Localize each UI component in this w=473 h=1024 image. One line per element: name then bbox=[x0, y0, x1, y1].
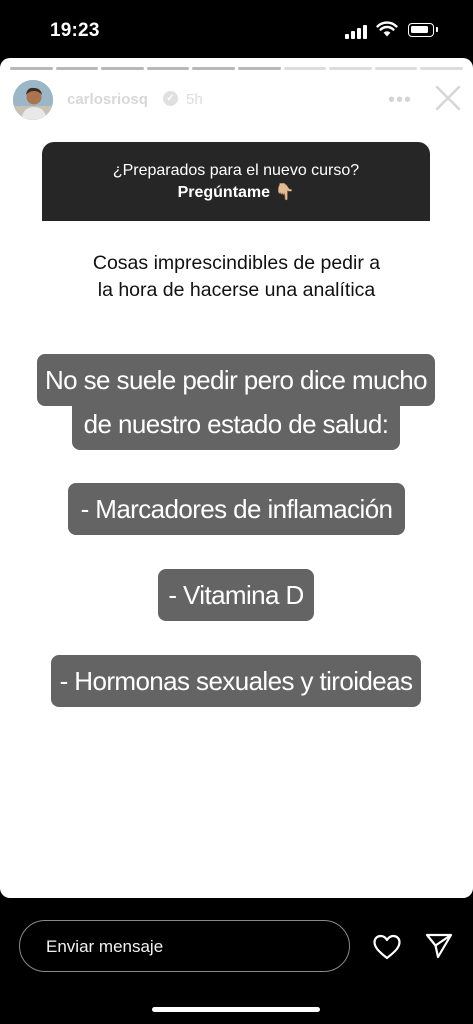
intro-line-1: Cosas imprescindibles de pedir a bbox=[92, 252, 381, 274]
caption-item-vitamin-d: - Vitamina D bbox=[158, 569, 314, 621]
story-progress-segment bbox=[10, 67, 53, 70]
story-view[interactable]: carlosriosq ✓ 5h ••• ¿Preparados para el… bbox=[0, 58, 473, 898]
question-cta: Pregúntame 👇🏼 bbox=[177, 184, 295, 201]
story-progress-segment bbox=[237, 67, 281, 70]
home-indicator bbox=[152, 1007, 320, 1012]
story-progress-segment bbox=[420, 67, 463, 70]
send-icon[interactable] bbox=[424, 932, 454, 960]
story-header: carlosriosq ✓ 5h ••• bbox=[0, 78, 473, 122]
reply-message-field[interactable] bbox=[19, 920, 350, 972]
close-icon[interactable] bbox=[434, 84, 462, 112]
story-progress-bar bbox=[10, 67, 463, 70]
status-bar: 19:23 bbox=[0, 0, 473, 58]
story-progress-segment bbox=[55, 67, 99, 70]
wifi-icon bbox=[376, 21, 398, 37]
battery-icon bbox=[408, 23, 438, 37]
caption-line-2: de nuestro estado de salud: bbox=[72, 398, 400, 450]
more-horizontal-icon[interactable]: ••• bbox=[388, 89, 412, 112]
heart-icon[interactable] bbox=[372, 933, 402, 961]
story-intro-text: Cosas imprescindibles de pedir a la hora… bbox=[20, 250, 453, 304]
story-progress-segment bbox=[146, 67, 190, 70]
question-prompt: ¿Preparados para el nuevo curso? bbox=[112, 162, 360, 179]
cellular-signal-icon bbox=[345, 25, 369, 39]
story-progress-segment bbox=[101, 67, 144, 70]
status-time: 19:23 bbox=[50, 20, 100, 41]
story-time-ago: 5h bbox=[186, 91, 203, 108]
avatar[interactable] bbox=[13, 80, 53, 120]
story-progress-segment bbox=[192, 67, 235, 70]
story-progress-segment bbox=[374, 67, 418, 70]
question-sticker[interactable]: ¿Preparados para el nuevo curso? Pregúnt… bbox=[42, 142, 430, 221]
verified-badge-icon: ✓ bbox=[163, 91, 178, 106]
caption-item-inflammation: - Marcadores de inflamación bbox=[68, 483, 405, 535]
caption-item-hormones: - Hormonas sexuales y tiroideas bbox=[51, 655, 421, 707]
intro-line-2: la hora de hacerse una analítica bbox=[97, 279, 376, 301]
reply-message-input[interactable] bbox=[44, 921, 338, 972]
profile-photo-icon bbox=[13, 80, 53, 120]
story-progress-segment bbox=[329, 67, 372, 70]
story-username[interactable]: carlosriosq bbox=[67, 91, 148, 108]
story-progress-segment bbox=[283, 67, 327, 70]
